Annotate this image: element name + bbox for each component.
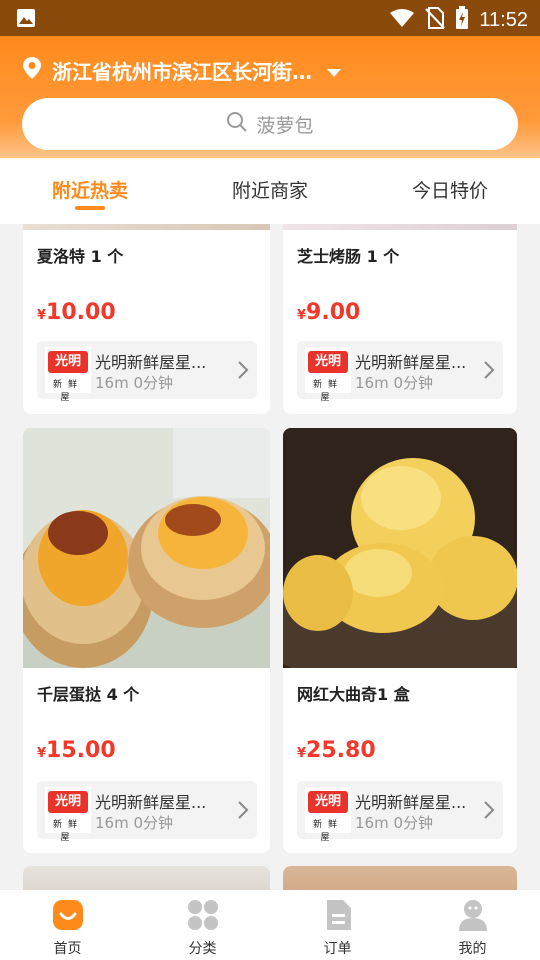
product-name: 夏洛特 1 个 — [37, 247, 124, 266]
nav-label: 首页 — [53, 941, 82, 957]
product-grid: 夏洛特 1 个 ¥10.00 光明 新鲜屋 光明新鲜屋星... 16m 0分钟 芝… — [0, 224, 540, 890]
product-name: 千层蛋挞 4 个 — [37, 685, 140, 704]
product-price: ¥9.00 — [297, 300, 361, 325]
header: 浙江省杭州市滨江区长河街… 菠萝包 — [0, 36, 540, 158]
store-link[interactable]: 光明 新鲜屋 光明新鲜屋星... 16m 0分钟 — [297, 341, 503, 403]
location-text: 浙江省杭州市滨江区长河街… — [52, 60, 312, 84]
nav-profile[interactable]: 我的 — [405, 890, 540, 960]
nav-label: 我的 — [458, 941, 487, 957]
product-name: 芝士烤肠 1 个 — [297, 247, 400, 266]
product-name: 网红大曲奇1 盒 — [297, 685, 410, 704]
product-card[interactable] — [23, 866, 270, 890]
product-card[interactable]: 网红大曲奇1 盒 ¥25.80 光明 新鲜屋 光明新鲜屋星... 16m 0分钟 — [283, 428, 517, 853]
product-image — [23, 428, 270, 668]
chevron-right-icon — [237, 360, 249, 384]
caret-down-icon — [326, 59, 342, 83]
product-image — [283, 866, 517, 890]
active-tab-indicator — [75, 206, 105, 210]
tab-nearby-hot[interactable]: 附近热卖 — [0, 158, 180, 224]
store-logo: 光明 新鲜屋 — [305, 787, 351, 843]
tab-today-deals[interactable]: 今日特价 — [360, 158, 540, 224]
product-image — [283, 428, 517, 688]
currency-symbol: ¥ — [37, 746, 47, 761]
nav-orders[interactable]: 订单 — [270, 890, 405, 960]
currency-symbol: ¥ — [297, 308, 307, 323]
product-image — [23, 224, 270, 230]
wifi-icon — [389, 8, 415, 32]
battery-charging-icon — [455, 6, 469, 34]
tab-bar: 附近热卖 附近商家 今日特价 — [0, 158, 540, 224]
product-card[interactable]: 夏洛特 1 个 ¥10.00 光明 新鲜屋 光明新鲜屋星... 16m 0分钟 — [23, 224, 270, 414]
profile-icon — [456, 900, 490, 936]
currency-symbol: ¥ — [297, 746, 307, 761]
product-card[interactable]: 千层蛋挞 4 个 ¥15.00 光明 新鲜屋 光明新鲜屋星... 16m 0分钟 — [23, 428, 270, 853]
location-pin-icon — [22, 56, 42, 85]
nav-category[interactable]: 分类 — [135, 890, 270, 960]
store-distance: 16m 0分钟 — [95, 814, 174, 832]
chevron-right-icon — [483, 800, 495, 824]
store-distance: 16m 0分钟 — [95, 374, 174, 392]
chevron-right-icon — [237, 800, 249, 824]
nav-label: 订单 — [323, 941, 352, 957]
category-icon — [186, 900, 220, 936]
store-logo: 光明 新鲜屋 — [45, 347, 91, 403]
store-name: 光明新鲜屋星... — [95, 353, 207, 372]
product-card[interactable]: 芝士烤肠 1 个 ¥9.00 光明 新鲜屋 光明新鲜屋星... 16m 0分钟 — [283, 224, 517, 414]
store-name: 光明新鲜屋星... — [355, 793, 467, 812]
clock: 11:52 — [479, 8, 528, 31]
status-bar: 11:52 — [0, 0, 540, 36]
product-image — [23, 866, 270, 890]
product-price: ¥15.00 — [37, 738, 116, 763]
product-image — [283, 224, 517, 230]
tab-label: 今日特价 — [411, 180, 488, 202]
image-notification-icon — [16, 8, 36, 32]
tab-label: 附近热卖 — [51, 180, 128, 202]
tab-label: 附近商家 — [231, 180, 308, 202]
store-link[interactable]: 光明 新鲜屋 光明新鲜屋星... 16m 0分钟 — [37, 781, 257, 843]
store-logo: 光明 新鲜屋 — [45, 787, 91, 843]
tab-nearby-stores[interactable]: 附近商家 — [180, 158, 360, 224]
nav-label: 分类 — [188, 941, 217, 957]
no-sim-icon — [425, 7, 446, 33]
product-card[interactable] — [283, 866, 517, 890]
currency-symbol: ¥ — [37, 308, 47, 323]
store-name: 光明新鲜屋星... — [95, 793, 207, 812]
product-price: ¥25.80 — [297, 738, 376, 763]
chevron-right-icon — [483, 360, 495, 384]
home-icon — [51, 900, 85, 936]
search-bar[interactable]: 菠萝包 — [22, 98, 518, 150]
product-price: ¥10.00 — [37, 300, 116, 325]
store-name: 光明新鲜屋星... — [355, 353, 467, 372]
bottom-navigation: 首页 分类 订单 我的 — [0, 890, 540, 960]
search-icon — [226, 111, 248, 138]
order-icon — [321, 900, 355, 936]
store-logo: 光明 新鲜屋 — [305, 347, 351, 403]
store-distance: 16m 0分钟 — [355, 374, 434, 392]
nav-home[interactable]: 首页 — [0, 890, 135, 960]
store-distance: 16m 0分钟 — [355, 814, 434, 832]
store-link[interactable]: 光明 新鲜屋 光明新鲜屋星... 16m 0分钟 — [297, 781, 503, 843]
search-placeholder: 菠萝包 — [256, 114, 314, 137]
location-selector[interactable]: 浙江省杭州市滨江区长河街… — [22, 56, 342, 85]
store-link[interactable]: 光明 新鲜屋 光明新鲜屋星... 16m 0分钟 — [37, 341, 257, 403]
